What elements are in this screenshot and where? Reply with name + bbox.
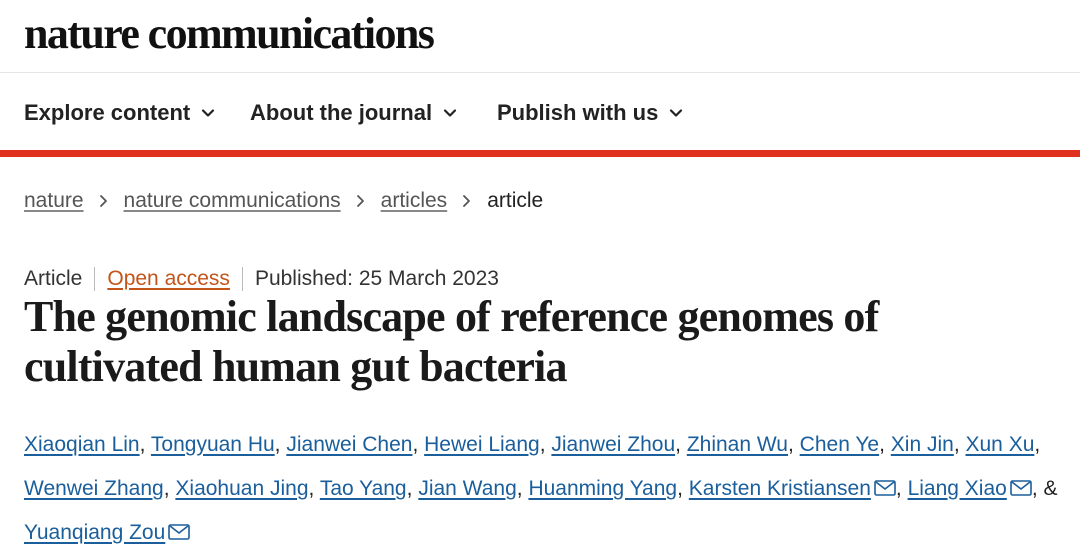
author-item: Zhinan Wu,	[686, 433, 794, 456]
published-date: Published: 25 March 2023	[254, 267, 499, 290]
nav-about-journal[interactable]: About the journal	[250, 98, 458, 128]
chevron-down-icon	[443, 109, 457, 117]
nav-explore-content[interactable]: Explore content	[24, 98, 216, 128]
breadcrumb-current: article	[487, 189, 544, 212]
breadcrumb-nature[interactable]: nature	[24, 189, 84, 213]
author-link[interactable]: Jianwei Zhou	[551, 433, 675, 456]
author-link[interactable]: Jian Wang	[418, 477, 516, 500]
author-joiner: &	[1043, 477, 1058, 500]
author-item: Liang Xiao,	[907, 477, 1038, 500]
article-type: Article	[24, 267, 83, 290]
author-link[interactable]: Hewei Liang	[424, 433, 540, 456]
author-item: Wenwei Zhang,	[24, 477, 170, 500]
author-link[interactable]: Xin Jin	[891, 433, 954, 456]
chevron-down-icon	[670, 109, 683, 117]
author-link[interactable]: Huanming Yang	[528, 477, 677, 500]
author-item: Xin Jin,	[890, 433, 960, 456]
open-access-link[interactable]: Open access	[107, 267, 230, 291]
article-meta: Article Open access Published: 25 March …	[24, 264, 499, 294]
author-item: Xiaohuan Jing,	[175, 477, 315, 500]
meta-divider	[94, 267, 96, 291]
author-link[interactable]: Chen Ye	[800, 433, 879, 456]
author-link[interactable]: Yuanqiang Zou	[24, 521, 165, 544]
article-title: The genomic landscape of reference genom…	[24, 292, 879, 391]
nav-label: Publish with us	[497, 100, 659, 125]
breadcrumb-nature-communications[interactable]: nature communications	[124, 189, 341, 213]
chevron-right-icon	[99, 195, 107, 207]
author-item: Xiaoqian Lin,	[24, 433, 146, 456]
nav-accent-bar	[0, 150, 1080, 157]
mail-icon[interactable]	[1010, 480, 1032, 496]
chevron-right-icon	[356, 195, 364, 207]
author-link[interactable]: Jianwei Chen	[286, 433, 412, 456]
author-link[interactable]: Xiaoqian Lin	[24, 433, 140, 456]
author-item: Jianwei Chen,	[286, 433, 419, 456]
nav-label: About the journal	[250, 100, 433, 125]
main-nav: Explore content About the journal Publis…	[0, 74, 1080, 151]
meta-divider	[241, 267, 243, 291]
author-item: Chen Ye,	[799, 433, 885, 456]
author-link[interactable]: Tao Yang	[320, 477, 407, 500]
author-item: Tao Yang,	[319, 477, 413, 500]
journal-logo[interactable]: nature communications	[24, 10, 435, 58]
author-list: Xiaoqian Lin, Tongyuan Hu, Jianwei Chen,…	[24, 423, 1070, 555]
author-link[interactable]: Zhinan Wu	[687, 433, 788, 456]
author-item: Xun Xu,	[965, 433, 1041, 456]
nav-publish-with-us[interactable]: Publish with us	[497, 98, 684, 128]
chevron-right-icon	[463, 195, 471, 207]
mail-icon[interactable]	[874, 480, 896, 496]
author-item: Jianwei Zhou,	[551, 433, 681, 456]
nav-label: Explore content	[24, 100, 191, 125]
author-link[interactable]: Xiaohuan Jing	[175, 477, 308, 500]
author-link[interactable]: Karsten Kristiansen	[689, 477, 871, 500]
author-link[interactable]: Tongyuan Hu	[151, 433, 275, 456]
masthead: nature communications	[0, 0, 1080, 73]
author-item: Hewei Liang,	[424, 433, 546, 456]
author-link[interactable]: Wenwei Zhang	[24, 477, 164, 500]
author-item: Jian Wang,	[418, 477, 523, 500]
breadcrumb-articles[interactable]: articles	[381, 189, 448, 213]
author-link[interactable]: Liang Xiao	[908, 477, 1007, 500]
author-item: Huanming Yang,	[528, 477, 683, 500]
author-item: Tongyuan Hu,	[150, 433, 281, 456]
breadcrumb: nature nature communications articles ar…	[24, 186, 543, 216]
mail-icon[interactable]	[168, 524, 191, 540]
author-item: Yuanqiang Zou	[24, 521, 191, 544]
author-link[interactable]: Xun Xu	[966, 433, 1035, 456]
author-item: Karsten Kristiansen,	[688, 477, 902, 500]
chevron-down-icon	[202, 109, 215, 117]
